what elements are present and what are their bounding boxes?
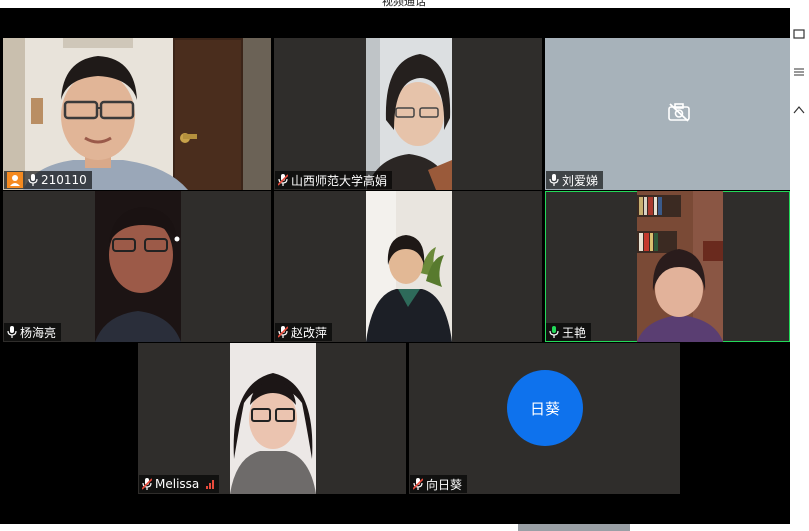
participant-nametag: 赵改萍 <box>275 323 333 341</box>
microphone-muted-icon <box>141 478 153 490</box>
participant-video <box>366 191 452 342</box>
camera-off-icon <box>667 102 691 126</box>
participant-video <box>637 191 723 342</box>
participant-nametag: 向日葵 <box>410 475 468 493</box>
participant-name: Melissa <box>155 477 200 491</box>
list-icon[interactable] <box>793 62 805 76</box>
participant-tile-melissa[interactable]: Melissa <box>138 343 406 494</box>
participant-nametag: Melissa <box>139 475 220 493</box>
participant-tile-210110[interactable]: 210110 <box>3 38 271 190</box>
participant-tile-yanghailiang[interactable]: 杨海亮 <box>3 191 271 342</box>
participant-video <box>230 343 316 494</box>
title-bar: 视频通话 <box>0 0 790 8</box>
participant-video <box>3 38 271 190</box>
participant-name: 山西师范大学高娟 <box>291 173 388 188</box>
page-icon[interactable] <box>793 24 805 39</box>
participant-tile-gaojuan[interactable]: 山西师范大学高娟 <box>274 38 542 190</box>
microphone-icon <box>7 326 17 338</box>
scrollbar[interactable] <box>518 524 630 531</box>
signal-strength-icon <box>206 479 215 489</box>
participant-video <box>366 38 452 190</box>
microphone-muted-icon <box>277 326 289 338</box>
microphone-muted-icon <box>412 478 424 490</box>
bottom-strip <box>0 524 790 531</box>
participant-nametag: 杨海亮 <box>4 323 62 341</box>
avatar: 日葵 <box>507 370 583 446</box>
participant-tile-liuaidi[interactable]: 刘爱娣 <box>545 38 790 190</box>
host-icon <box>7 172 23 188</box>
meeting-window: 视频通话 210110 山西师范大学高娟 刘爱娣 杨海亮 赵改萍 王艳 Meli… <box>0 0 790 531</box>
participant-name: 210110 <box>41 173 87 187</box>
participant-tile-wangyan[interactable]: 王艳 <box>545 191 790 342</box>
participant-tile-xiangrikui[interactable]: 日葵 向日葵 <box>409 343 680 494</box>
participant-nametag: 210110 <box>4 171 92 189</box>
participant-name: 王艳 <box>562 325 587 340</box>
participant-nametag: 刘爱娣 <box>546 171 604 189</box>
microphone-muted-icon <box>277 174 289 186</box>
participant-name: 刘爱娣 <box>562 173 599 188</box>
microphone-icon <box>549 174 559 186</box>
participant-video <box>95 191 181 342</box>
participant-nametag: 山西师范大学高娟 <box>275 171 393 189</box>
side-panel-strip <box>790 0 809 531</box>
microphone-icon <box>28 174 38 186</box>
participant-name: 赵改萍 <box>291 325 328 340</box>
microphone-speaking-icon <box>549 326 559 338</box>
participant-name: 杨海亮 <box>20 325 57 340</box>
participant-tile-zhaogaiping[interactable]: 赵改萍 <box>274 191 542 342</box>
participant-name: 向日葵 <box>426 477 463 492</box>
participant-nametag: 王艳 <box>546 323 592 341</box>
expand-icon[interactable] <box>793 100 805 114</box>
